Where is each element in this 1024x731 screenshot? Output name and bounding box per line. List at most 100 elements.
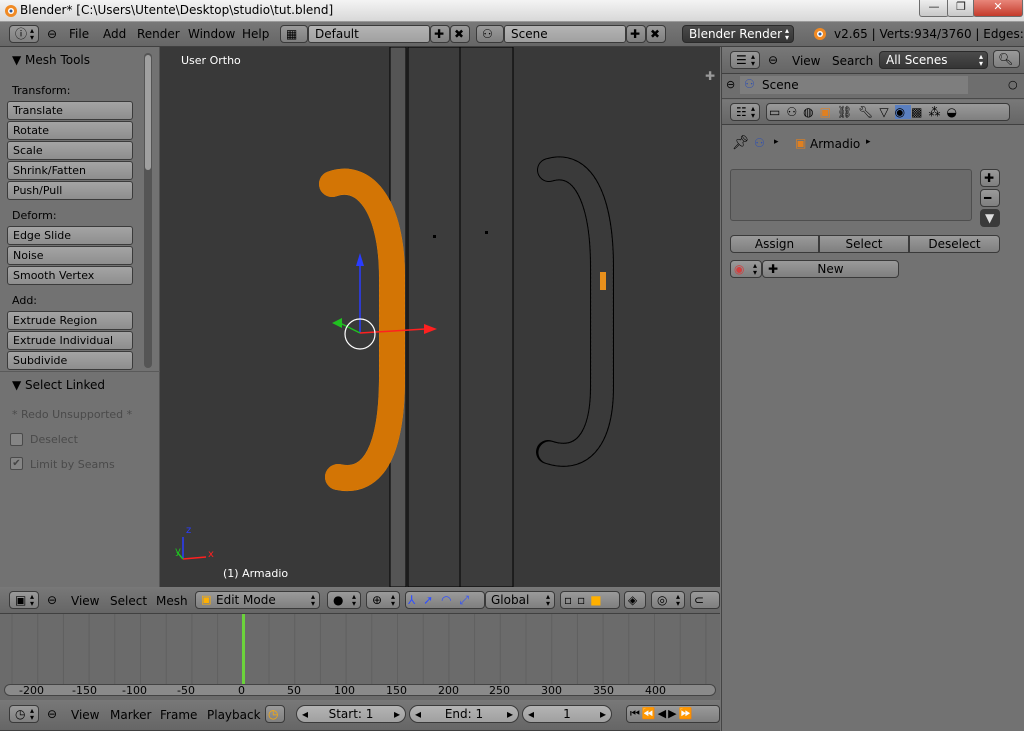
subdivide-button[interactable]: Subdivide: [7, 351, 133, 370]
translate-button[interactable]: Translate: [7, 101, 133, 120]
menu-view[interactable]: View: [71, 594, 99, 608]
scale-button[interactable]: Scale: [7, 141, 133, 160]
start-frame-field[interactable]: ◂ Start: 1 ▸: [296, 705, 406, 723]
menu-view[interactable]: View: [71, 708, 99, 722]
outliner-display-mode-select[interactable]: All Scenes ▴ ▾: [879, 51, 988, 69]
end-frame-field[interactable]: ◂ End: 1 ▸: [409, 705, 519, 723]
operator-title: Select Linked: [25, 378, 106, 392]
close-window-button[interactable]: ✕: [973, 0, 1023, 17]
editor-type-3dview[interactable]: ▣ ▴ ▾: [9, 591, 39, 609]
smooth-vertex-button[interactable]: Smooth Vertex: [7, 266, 133, 285]
viewport-shading-select[interactable]: ● ▴ ▾: [327, 591, 361, 609]
menu-help[interactable]: Help: [242, 27, 269, 41]
scene-icon: ⚇: [482, 27, 493, 41]
editor-type-properties[interactable]: ☷ ▴ ▾: [730, 103, 760, 121]
start-frame-label: Start: 1: [328, 707, 374, 721]
menu-playback[interactable]: Playback: [207, 708, 261, 722]
transform-orientation-select[interactable]: Global ▴ ▾: [485, 591, 555, 609]
axis-y-label: y: [175, 546, 181, 557]
tool-shelf-scrollbar[interactable]: [144, 53, 152, 368]
select-material-button[interactable]: Select: [819, 235, 909, 253]
timeline-area[interactable]: -200 -150 -100 -50 0 50 100 150 200 250 …: [0, 614, 720, 700]
plus-icon: ✚: [984, 171, 995, 185]
collapse-menus-icon[interactable]: ⊖: [768, 53, 778, 67]
operator-panel-header[interactable]: ▼ Select Linked: [12, 378, 105, 392]
selected-mesh-handle[interactable]: [319, 168, 405, 491]
render-engine-select[interactable]: Blender Render ▴ ▾: [682, 25, 794, 43]
current-frame-cursor[interactable]: [242, 614, 245, 684]
limit-by-seams-checkbox[interactable]: ✔: [10, 457, 23, 470]
scene-name-field[interactable]: Scene: [504, 25, 626, 43]
pin-icon[interactable]: 📌︎: [732, 135, 750, 151]
3d-viewport[interactable]: User Ortho z x y (1) Armadio ✚: [160, 47, 720, 587]
scene-browse-button[interactable]: ⚇: [476, 25, 504, 43]
breadcrumb-object[interactable]: Armadio: [810, 137, 860, 151]
proportional-edit-select[interactable]: ◎ ▴ ▾: [651, 591, 685, 609]
wireframe-mesh-handle[interactable]: [536, 156, 614, 467]
decrement-arrow-icon: ◂: [528, 707, 535, 721]
material-slot-list[interactable]: [730, 169, 972, 221]
blender-logo-icon: [5, 5, 17, 17]
minimize-button[interactable]: —: [919, 0, 949, 17]
remove-material-slot-button[interactable]: ━: [980, 189, 1000, 207]
clock-icon: ◷: [15, 707, 26, 721]
menu-frame[interactable]: Frame: [160, 708, 197, 722]
restrict-icon[interactable]: ○: [1008, 78, 1018, 91]
properties-toggle-icon[interactable]: ✚: [705, 69, 715, 83]
maximize-button[interactable]: ❐: [947, 0, 975, 17]
scene-icon: ⚇: [754, 136, 765, 150]
menu-select[interactable]: Select: [110, 594, 147, 608]
menu-file[interactable]: File: [69, 27, 89, 41]
mesh-tools-panel-header[interactable]: ▼ Mesh Tools: [12, 53, 90, 67]
collapse-menus-icon[interactable]: ⊖: [47, 27, 57, 41]
menu-view[interactable]: View: [792, 54, 820, 68]
menu-render[interactable]: Render: [137, 27, 180, 41]
extrude-individual-button[interactable]: Extrude Individual: [7, 331, 133, 350]
menu-mesh[interactable]: Mesh: [156, 594, 188, 608]
remove-scene-button[interactable]: ✖: [646, 25, 666, 43]
layout-name-field[interactable]: Default: [308, 25, 430, 43]
select-mode-buttons[interactable]: ▫▫■: [560, 591, 620, 609]
outliner-item-scene[interactable]: ⚇ Scene: [740, 76, 968, 94]
current-frame-field[interactable]: ◂ 1 ▸: [522, 705, 612, 723]
limit-selection-visible-button[interactable]: ◈: [624, 591, 646, 609]
assign-material-button[interactable]: Assign: [730, 235, 819, 253]
rotate-button[interactable]: Rotate: [7, 121, 133, 140]
remove-layout-button[interactable]: ✖: [450, 25, 470, 43]
menu-add[interactable]: Add: [103, 27, 126, 41]
edge-slide-button[interactable]: Edge Slide: [7, 226, 133, 245]
close-icon: ✖: [454, 27, 465, 41]
noise-button[interactable]: Noise: [7, 246, 133, 265]
face-select-icon: ■: [590, 593, 607, 607]
collapse-menus-icon[interactable]: ⊖: [47, 593, 57, 607]
manipulator-buttons[interactable]: ⅄ ➚ ◠ ⤢: [405, 591, 485, 609]
new-material-button[interactable]: ✚ New: [762, 260, 899, 278]
mode-select[interactable]: Edit Mode ▴ ▾: [195, 591, 320, 609]
properties-context-tabs[interactable]: ▭⚇◍▣⛓🔧︎▽◉▩⁂◒: [766, 103, 1010, 121]
extrude-region-button[interactable]: Extrude Region: [7, 311, 133, 330]
browse-material-button[interactable]: ◉ ▴ ▾: [730, 260, 762, 278]
use-preview-range-button[interactable]: ◷: [265, 705, 285, 723]
add-layout-button[interactable]: ✚: [430, 25, 450, 43]
deselect-checkbox[interactable]: [10, 433, 23, 446]
add-scene-button[interactable]: ✚: [626, 25, 646, 43]
editor-type-info[interactable]: ⓘ ▴ ▾: [9, 25, 39, 43]
pivot-point-select[interactable]: ⊕ ▴ ▾: [366, 591, 400, 609]
menu-window[interactable]: Window: [188, 27, 235, 41]
snap-button[interactable]: ⊂: [690, 591, 720, 609]
editor-type-outliner[interactable]: ☰ ▴ ▾: [730, 51, 760, 69]
playback-controls[interactable]: ⏮⏪◀▶⏩: [626, 705, 720, 723]
menu-search[interactable]: Search: [832, 54, 873, 68]
layout-browse-button[interactable]: ▦: [280, 25, 308, 43]
shrink-fatten-button[interactable]: Shrink/Fatten: [7, 161, 133, 180]
collapse-menus-icon[interactable]: ⊖: [47, 707, 57, 721]
collapse-icon[interactable]: ⊖: [726, 78, 735, 91]
outliner-search-button[interactable]: 🔍︎: [993, 50, 1020, 68]
material-specials-button[interactable]: ▼: [980, 209, 1000, 227]
shading-solid-icon: ●: [333, 593, 344, 607]
push-pull-button[interactable]: Push/Pull: [7, 181, 133, 200]
editor-type-timeline[interactable]: ◷ ▴ ▾: [9, 705, 39, 723]
menu-marker[interactable]: Marker: [110, 708, 151, 722]
add-material-slot-button[interactable]: ✚: [980, 169, 1000, 187]
deselect-material-button[interactable]: Deselect: [909, 235, 1000, 253]
